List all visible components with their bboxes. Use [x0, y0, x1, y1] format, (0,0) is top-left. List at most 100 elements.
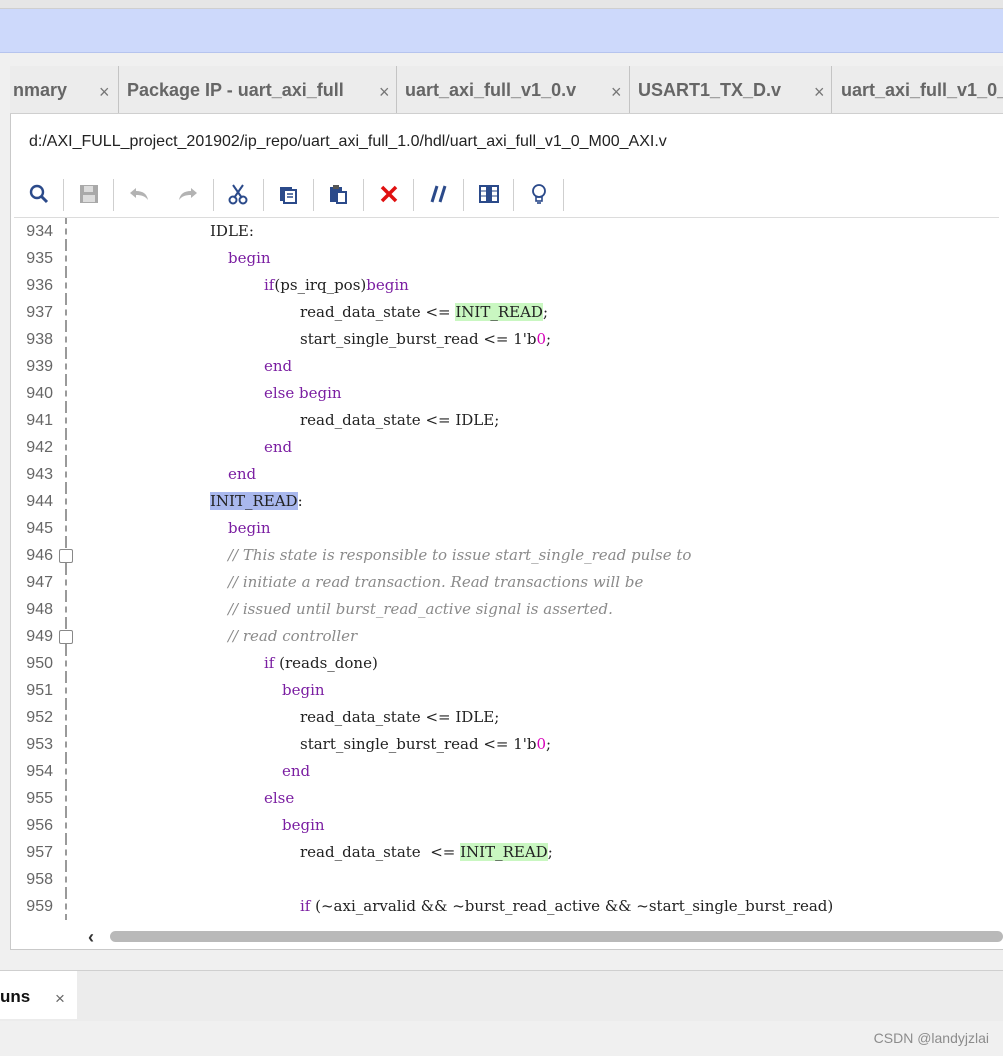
- code-token: read_data_state <= IDLE;: [300, 411, 500, 429]
- copy-icon[interactable]: [273, 179, 303, 209]
- comment-icon[interactable]: [424, 179, 454, 209]
- code-text: IDLE:: [210, 222, 254, 240]
- code-token: // issued until burst_read_active signal…: [228, 600, 613, 618]
- line-number: 956: [26, 817, 53, 834]
- code-line[interactable]: 941 read_data_state <= IDLE;: [10, 407, 1003, 434]
- code-line[interactable]: 935 begin: [10, 245, 1003, 272]
- delete-icon[interactable]: [374, 179, 404, 209]
- title-bar: [0, 9, 1003, 53]
- code-line[interactable]: 943 end: [10, 461, 1003, 488]
- code-text: end: [228, 465, 256, 483]
- code-line[interactable]: 934 IDLE:: [10, 218, 1003, 245]
- redo-icon[interactable]: [173, 179, 203, 209]
- code-line[interactable]: 940 else begin: [10, 380, 1003, 407]
- code-token: else begin: [264, 384, 342, 402]
- code-line[interactable]: 957 read_data_state <= INIT_READ;: [10, 839, 1003, 866]
- code-line[interactable]: 938 start_single_burst_read <= 1'b0;: [10, 326, 1003, 353]
- code-text: begin: [228, 519, 271, 537]
- close-icon[interactable]: ×: [379, 82, 390, 103]
- gutter-guide: [65, 569, 67, 596]
- undo-icon[interactable]: [124, 179, 154, 209]
- code-token: begin: [228, 249, 271, 267]
- watermark: CSDN @landyjzlai: [873, 1030, 989, 1046]
- code-line[interactable]: 955 else: [10, 785, 1003, 812]
- code-token: if: [264, 654, 275, 672]
- fold-icon[interactable]: [59, 549, 73, 563]
- fold-icon[interactable]: [59, 630, 73, 644]
- line-number: 942: [26, 439, 53, 456]
- code-line[interactable]: 946 // This state is responsible to issue…: [10, 542, 1003, 569]
- code-line[interactable]: 954 end: [10, 758, 1003, 785]
- code-token: read_data_state <=: [300, 843, 461, 861]
- code-text: if (reads_done): [264, 654, 378, 672]
- gutter-guide: [65, 650, 67, 677]
- close-icon[interactable]: ×: [99, 82, 110, 103]
- line-number: 941: [26, 412, 53, 429]
- code-text: else: [264, 789, 294, 807]
- tab-uart-axi-full-v1-0[interactable]: uart_axi_full_v1_0.v ×: [396, 66, 630, 113]
- close-icon[interactable]: ×: [611, 82, 622, 103]
- scroll-left-icon[interactable]: ‹: [88, 927, 94, 948]
- code-line[interactable]: 958: [10, 866, 1003, 893]
- lightbulb-icon[interactable]: [524, 179, 554, 209]
- code-token: ;: [542, 303, 549, 321]
- code-line[interactable]: 952 read_data_state <= IDLE;: [10, 704, 1003, 731]
- code-line[interactable]: 947 // initiate a read transaction. Read …: [10, 569, 1003, 596]
- code-text: // initiate a read transaction. Read tra…: [228, 573, 643, 591]
- code-line[interactable]: 953 start_single_burst_read <= 1'b0;: [10, 731, 1003, 758]
- code-text: start_single_burst_read <= 1'b0;: [300, 735, 551, 753]
- code-token: // initiate a read transaction. Read tra…: [228, 573, 644, 591]
- code-text: // read controller: [228, 627, 357, 645]
- close-icon[interactable]: ×: [814, 82, 825, 103]
- code-token: (reads_done): [274, 654, 378, 672]
- code-token: begin: [366, 276, 409, 294]
- code-token: end: [264, 357, 293, 375]
- gutter-guide: [65, 758, 67, 785]
- horizontal-scrollbar[interactable]: ‹: [84, 927, 1003, 948]
- line-number: 948: [26, 601, 53, 618]
- tab-runs[interactable]: uns ×: [0, 971, 77, 1019]
- line-number: 936: [26, 277, 53, 294]
- line-number: 944: [26, 493, 53, 510]
- gutter-guide: [65, 866, 67, 893]
- code-line[interactable]: 949 // read controller: [10, 623, 1003, 650]
- cut-icon[interactable]: [223, 179, 253, 209]
- code-token: if: [264, 276, 275, 294]
- tab-uart-axi-full-m00[interactable]: uart_axi_full_v1_0_: [831, 66, 1003, 113]
- line-number: 939: [26, 358, 53, 375]
- code-text: else begin: [264, 384, 342, 402]
- tab-label: Package IP - uart_axi_full: [127, 80, 344, 100]
- column-select-icon[interactable]: [474, 179, 504, 209]
- code-line[interactable]: 944 INIT_READ:: [10, 488, 1003, 515]
- scrollbar-thumb[interactable]: [110, 931, 1003, 942]
- code-line[interactable]: 956 begin: [10, 812, 1003, 839]
- code-line[interactable]: 959 if (~axi_arvalid && ~burst_read_activ…: [10, 893, 1003, 920]
- gutter-guide: [65, 893, 67, 920]
- gutter-guide: [65, 785, 67, 812]
- line-number: 943: [26, 466, 53, 483]
- tab-label: USART1_TX_D.v: [638, 80, 782, 100]
- code-editor[interactable]: 934 IDLE: 935 begin 936 if(ps_irq_pos)begin 93…: [10, 218, 1003, 922]
- code-text: read_data_state <= IDLE;: [300, 411, 499, 429]
- code-line[interactable]: 936 if(ps_irq_pos)begin: [10, 272, 1003, 299]
- code-line[interactable]: 951 begin: [10, 677, 1003, 704]
- tab-usart1-tx-d[interactable]: USART1_TX_D.v ×: [629, 66, 832, 113]
- code-line[interactable]: 942 end: [10, 434, 1003, 461]
- tab-summary[interactable]: nmary ×: [10, 66, 119, 113]
- search-icon[interactable]: [24, 179, 54, 209]
- code-line[interactable]: 948 // issued until burst_read_active sig…: [10, 596, 1003, 623]
- code-line[interactable]: 945 begin: [10, 515, 1003, 542]
- paste-icon[interactable]: [323, 179, 353, 209]
- bottom-panel: uns ×: [0, 970, 1003, 1021]
- line-number: 938: [26, 331, 53, 348]
- code-text: // This state is responsible to issue st…: [228, 546, 691, 564]
- code-text: if(ps_irq_pos)begin: [264, 276, 409, 294]
- tab-package-ip[interactable]: Package IP - uart_axi_full ×: [118, 66, 397, 113]
- code-token: (~axi_arvalid && ~burst_read_active && ~…: [310, 897, 834, 915]
- line-number: 949: [26, 628, 53, 645]
- save-icon[interactable]: [74, 179, 104, 209]
- close-icon[interactable]: ×: [55, 989, 65, 1009]
- code-line[interactable]: 939 end: [10, 353, 1003, 380]
- code-line[interactable]: 937 read_data_state <= INIT_READ;: [10, 299, 1003, 326]
- code-line[interactable]: 950 if (reads_done): [10, 650, 1003, 677]
